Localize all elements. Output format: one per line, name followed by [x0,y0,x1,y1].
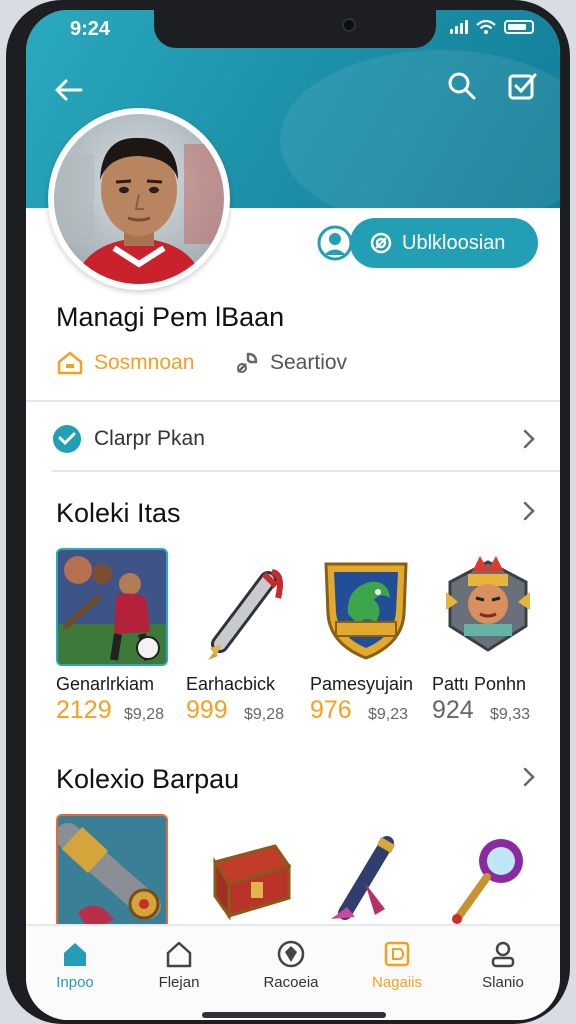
search-icon [448,72,476,100]
item-thumbnail [194,818,306,936]
section-title-collection: Kolexio Barpau [56,764,240,794]
status-time: 9:24 [70,18,111,40]
shield-icon [277,940,305,968]
collection-item[interactable] [432,818,552,936]
chevron-right-icon [523,429,535,449]
battery-icon [504,20,534,34]
edit-button[interactable] [504,68,540,104]
collection-item[interactable]: Pamesyujain 976 $9,23 [310,548,430,724]
tool-icon [237,352,258,373]
back-button[interactable] [50,72,86,108]
screen: 9:24 Ublkloosian Managi Pem lBaan Sosmno… [26,10,560,1020]
meta-status-text: Seartiov [270,351,348,374]
item-old-price: $9,23 [368,706,409,723]
cannon-image [58,816,166,930]
status-icons [450,20,534,34]
person-icon [491,941,515,968]
item-thumbnail [310,548,422,666]
item-thumbnail [432,548,544,666]
follow-person-icon[interactable] [316,224,354,262]
treasure-chest-icon [212,844,292,921]
wifi-icon [476,20,496,34]
house-icon [57,351,83,375]
signal-icon [450,20,468,34]
arrow-left-icon [55,79,83,101]
target-icon [370,232,392,254]
collection-item[interactable]: Pattı Ponhn 924 $9,33 [432,548,552,724]
item-price: 2129 [56,696,112,724]
chevron-right-icon[interactable] [522,500,536,522]
section-title-items: Koleki Itas [56,498,181,528]
follow-button-label: Ublkloosian [402,231,506,254]
item-thumbnail [56,548,168,666]
tab-label: Flejan [158,974,200,991]
tab-label: Slanio [482,974,524,991]
item-old-price: $9,33 [490,706,531,723]
item-name: Earhacbick [186,674,276,694]
plan-row-label: Clarpr Pkan [94,427,205,450]
tab-label: Nagaiis [371,974,423,991]
profile-name: Managi Pem lBaan [56,302,285,332]
profile-meta-location[interactable]: Sosmnoan [56,350,194,376]
item-thumbnail [314,818,426,936]
front-camera [342,18,356,32]
item-old-price: $9,28 [244,706,285,723]
item-name: Pamesyujain [310,674,414,694]
device-notch [154,10,436,48]
scroll-staff-icon [331,836,395,920]
tab-racoeia[interactable]: Racoeia [246,940,336,991]
tab-home[interactable]: Inpoo [30,940,120,991]
collection-item[interactable]: Earhacbick 999 $9,28 [186,548,306,724]
item-price: 976 [310,696,352,724]
home-indicator [202,1012,386,1018]
item-price: 924 [432,696,474,724]
search-button[interactable] [444,68,480,104]
soccer-player-image [58,550,166,664]
tag-icon [384,941,410,967]
bottom-tab-bar: Inpoo Flejan Racoeia Nagaiis Slanio [26,924,560,1020]
item-name: Genarlrkiam [56,674,155,694]
collection-item[interactable] [56,814,176,932]
meta-location-text: Sosmnoan [94,351,195,374]
item-name: Pattı Ponhn [432,674,527,694]
dragon-shield-icon [324,562,408,660]
checkbox-icon [508,73,537,100]
item-old-price: $9,28 [124,706,165,723]
home-outline-icon [166,941,192,968]
collection-item[interactable]: Genarlrkiam 2129 $9,28 [56,548,176,724]
phone-frame: 9:24 Ublkloosian Managi Pem lBaan Sosmno… [6,0,570,1024]
home-icon [64,943,86,966]
divider [52,470,560,472]
tab-flejan[interactable]: Flejan [134,940,224,991]
collection-item[interactable] [314,818,434,936]
follow-button[interactable]: Ublkloosian [350,218,538,268]
tab-slanio[interactable]: Slanio [458,940,548,991]
profile-meta-status[interactable]: Seartiov [234,350,347,376]
divider [26,400,560,402]
collection-item[interactable] [194,818,314,936]
item-price: 999 [186,696,228,724]
item-thumbnail [432,818,544,936]
chevron-right-icon[interactable] [522,766,536,788]
tab-label: Racoeia [263,974,319,991]
avatar-photo [54,114,224,284]
avatar[interactable] [48,108,230,290]
tab-nagaiis[interactable]: Nagaiis [352,940,442,991]
item-thumbnail [186,548,298,666]
item-thumbnail [56,814,168,932]
check-badge-icon [53,425,81,453]
plan-row[interactable]: Clarpr Pkan [52,415,536,463]
tab-label: Inpoo [56,974,94,991]
pen-icon [208,569,283,660]
magic-mirror-icon [452,839,523,924]
warrior-badge-icon [446,556,530,652]
